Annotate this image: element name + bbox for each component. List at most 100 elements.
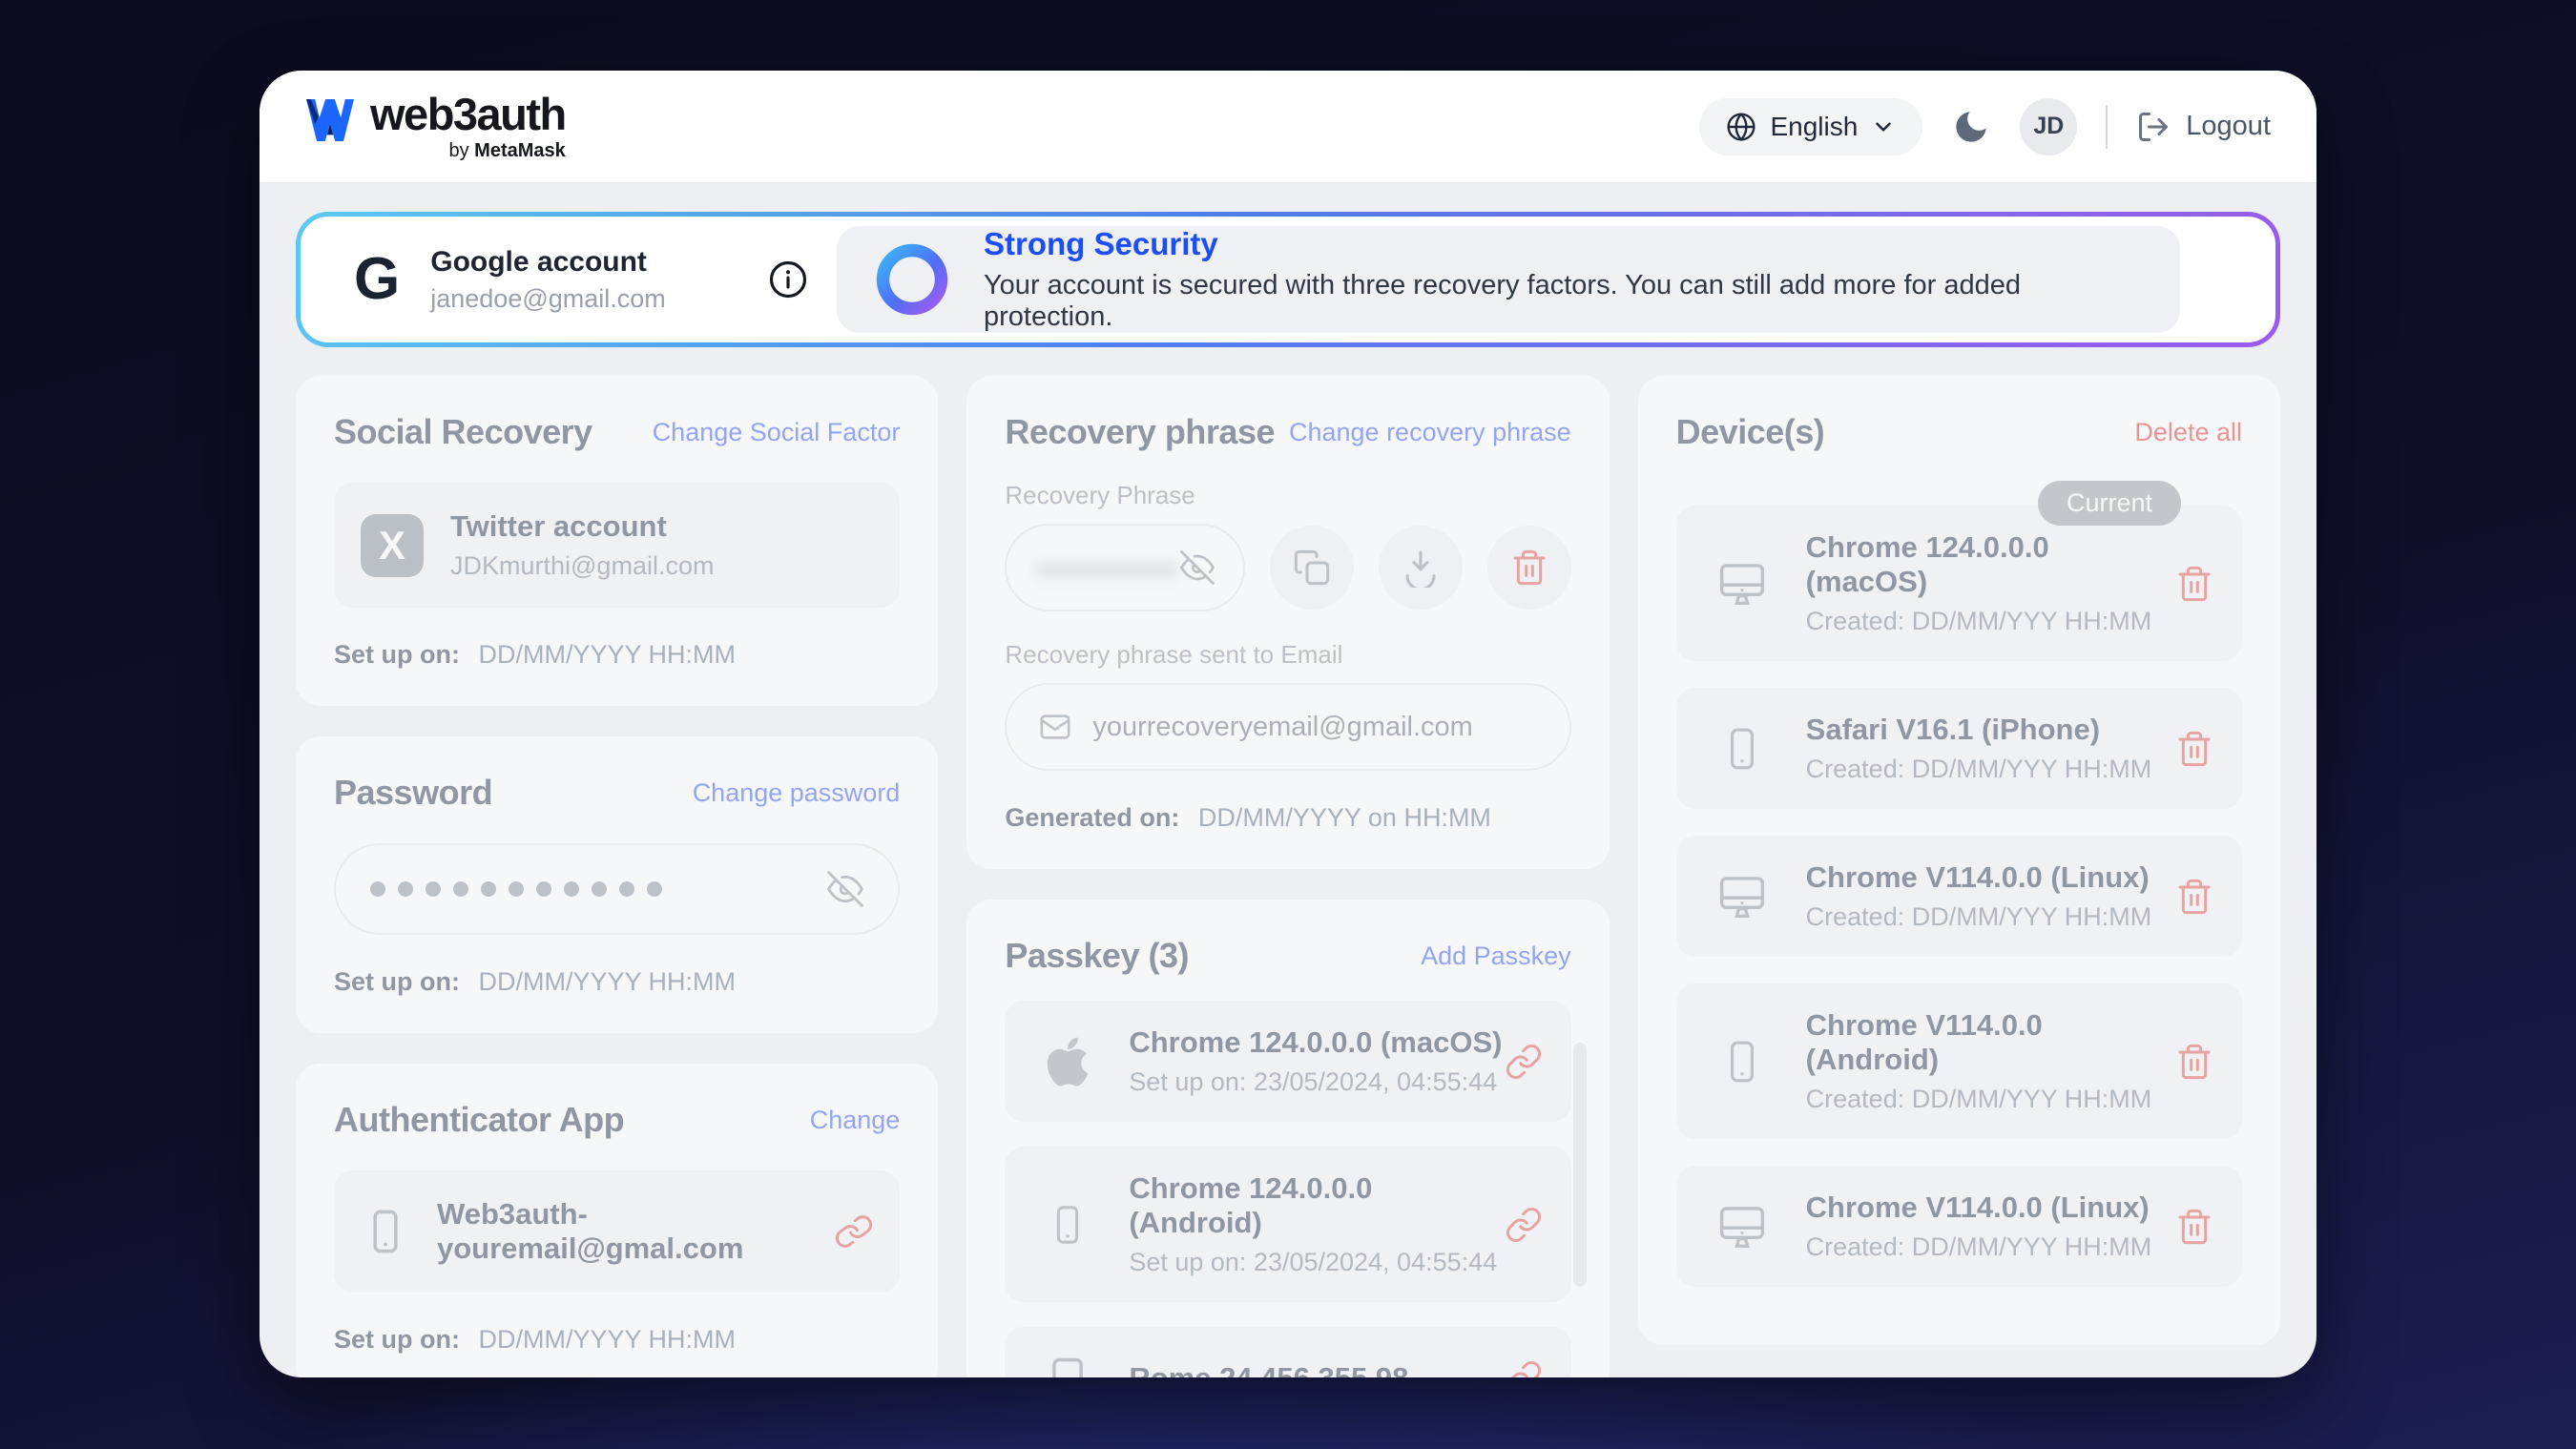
device-row: Chrome V114.0.0 (Linux) Created: DD/MM/Y…: [1676, 836, 2242, 957]
web3auth-logo: web3auth by MetaMask: [305, 92, 566, 162]
setup-on-value: DD/MM/YYYY HH:MM: [479, 967, 737, 996]
generated-on-value: DD/MM/YYYY on HH:MM: [1198, 803, 1491, 832]
delete-device-button[interactable]: [2175, 730, 2213, 768]
download-phrase-button[interactable]: [1379, 526, 1463, 610]
header-controls: English JD: [1699, 98, 2271, 155]
recovery-email-value: yourrecoveryemail@gmail.com: [1092, 712, 1473, 743]
mail-icon: [1039, 711, 1071, 743]
delete-device-button[interactable]: [2175, 565, 2213, 603]
device-name: Chrome 124.0.0.0 (macOS): [1806, 530, 2175, 599]
recovery-email-label: Recovery phrase sent to Email: [1005, 640, 1570, 670]
recovery-phrase-field[interactable]: xxxxxxxxxxxxxxx: [1005, 524, 1244, 611]
delete-device-button[interactable]: [2175, 1043, 2213, 1081]
passkey-scrollbar[interactable]: [1573, 1043, 1587, 1287]
passkey-row: Chrome 124.0.0.0 (Android) Set up on: 23…: [1005, 1147, 1570, 1302]
factors-grid: Social Recovery Change Social Factor X T…: [296, 376, 2280, 1377]
app-header: web3auth by MetaMask English: [260, 71, 2316, 183]
device-row: Current Chrome 124.0.0.0 (macOS) Created…: [1676, 506, 2242, 661]
change-recovery-phrase-link[interactable]: Change recovery phrase: [1289, 418, 1571, 447]
google-icon: G: [354, 250, 400, 309]
copy-phrase-button[interactable]: [1270, 526, 1354, 610]
devices-title: Device(s): [1676, 412, 1825, 452]
setup-on-label: Set up on:: [334, 967, 460, 996]
passkey-link-button[interactable]: [1505, 1206, 1543, 1244]
link-icon: [1505, 1206, 1543, 1244]
recovery-email-field[interactable]: yourrecoveryemail@gmail.com: [1005, 683, 1570, 771]
add-passkey-link[interactable]: Add Passkey: [1421, 942, 1571, 971]
recovery-phrase-card: Recovery phrase Change recovery phrase R…: [966, 376, 1609, 869]
account-info-button[interactable]: [768, 259, 808, 300]
phone-icon: [1033, 1200, 1102, 1250]
phone-icon: [1705, 723, 1779, 775]
desktop-icon: [1705, 1201, 1779, 1252]
security-level-title: Strong Security: [984, 226, 2142, 262]
unlink-authenticator-button[interactable]: [835, 1212, 873, 1251]
web3auth-logo-icon: [305, 97, 355, 143]
copy-icon: [1293, 549, 1331, 587]
device-created: Created: DD/MM/YYY HH:MM: [1806, 1085, 2175, 1114]
passkey-setup: Set up on: 23/05/2024, 04:55:44: [1129, 1067, 1502, 1097]
device-created: Created: DD/MM/YYY HH:MM: [1806, 1232, 2152, 1262]
logout-icon: [2136, 110, 2171, 144]
security-level-description: Your account is secured with three recov…: [984, 270, 2142, 333]
device-row: Chrome V114.0.0 (Linux) Created: DD/MM/Y…: [1676, 1166, 2242, 1287]
social-recovery-title: Social Recovery: [334, 412, 592, 452]
password-field[interactable]: [334, 843, 900, 935]
desktop-icon: [1705, 558, 1779, 610]
passkey-card: Passkey (3) Add Passkey Chrome 124.0.0.0…: [966, 900, 1609, 1377]
desktop-icon: [1705, 871, 1779, 922]
change-authenticator-link[interactable]: Change: [810, 1106, 901, 1135]
twitter-account-email: JDKmurthi@gmail.com: [450, 551, 714, 581]
device-name: Safari V16.1 (iPhone): [1806, 713, 2152, 747]
password-title: Password: [334, 773, 492, 813]
setup-on-label: Set up on:: [334, 640, 460, 669]
dark-mode-toggle[interactable]: [1951, 107, 1991, 147]
phone-icon: [1705, 1036, 1779, 1087]
avatar-initials: JD: [2033, 113, 2064, 140]
generated-on-label: Generated on:: [1005, 803, 1179, 832]
change-password-link[interactable]: Change password: [693, 778, 901, 808]
passkey-title: Passkey (3): [1005, 936, 1189, 976]
device-created: Created: DD/MM/YYY HH:MM: [1806, 607, 2175, 636]
app-window: web3auth by MetaMask English: [260, 71, 2316, 1377]
change-social-factor-link[interactable]: Change Social Factor: [653, 418, 901, 447]
device-row: Chrome V114.0.0 (Android) Created: DD/MM…: [1676, 983, 2242, 1139]
globe-icon: [1726, 112, 1756, 142]
setup-on-value: DD/MM/YYYY HH:MM: [479, 1325, 737, 1354]
toggle-phrase-visibility-button[interactable]: [1180, 550, 1215, 585]
recovery-phrase-title: Recovery phrase: [1005, 412, 1275, 452]
delete-device-button[interactable]: [2175, 878, 2213, 916]
toggle-password-visibility-button[interactable]: [827, 871, 863, 907]
logout-button[interactable]: Logout: [2136, 110, 2271, 144]
twitter-account-row: X Twitter account JDKmurthi@gmail.com: [334, 483, 900, 608]
social-recovery-card: Social Recovery Change Social Factor X T…: [296, 376, 938, 706]
setup-on-value: DD/MM/YYYY HH:MM: [479, 640, 737, 669]
security-ring-icon: [875, 242, 949, 317]
language-selector[interactable]: English: [1699, 98, 1922, 155]
delete-all-devices-link[interactable]: Delete all: [2134, 418, 2242, 447]
delete-phrase-button[interactable]: [1487, 526, 1571, 610]
devices-card: Device(s) Delete all Current Chrome 124.…: [1638, 376, 2280, 1345]
info-icon: [768, 259, 808, 300]
recovery-phrase-masked: xxxxxxxxxxxxxxx: [1035, 553, 1179, 583]
twitter-x-icon: X: [361, 514, 424, 577]
logout-label: Logout: [2186, 111, 2271, 142]
avatar[interactable]: JD: [2020, 98, 2077, 155]
authenticator-row: Web3auth-youremail@gmal.com: [334, 1170, 900, 1293]
trash-icon: [2175, 1208, 2213, 1246]
passkey-link-button[interactable]: [1505, 1043, 1543, 1081]
eye-off-icon: [1180, 550, 1215, 585]
device-row: Safari V16.1 (iPhone) Created: DD/MM/YYY…: [1676, 688, 2242, 809]
header-divider: [2106, 105, 2108, 149]
unlink-icon: [835, 1212, 873, 1251]
trash-icon: [2175, 1043, 2213, 1081]
current-device-badge: Current: [2038, 481, 2181, 526]
passkey-device: Chrome 124.0.0.0 (macOS): [1129, 1025, 1502, 1060]
passkey-link-button[interactable]: [1505, 1359, 1543, 1377]
authenticator-title: Authenticator App: [334, 1100, 624, 1140]
delete-device-button[interactable]: [2175, 1208, 2213, 1246]
download-icon: [1401, 548, 1441, 588]
trash-icon: [2175, 730, 2213, 768]
passkey-row: Chrome 124.0.0.0 (macOS) Set up on: 23/0…: [1005, 1001, 1570, 1122]
authenticator-email: Web3auth-youremail@gmal.com: [437, 1197, 835, 1266]
